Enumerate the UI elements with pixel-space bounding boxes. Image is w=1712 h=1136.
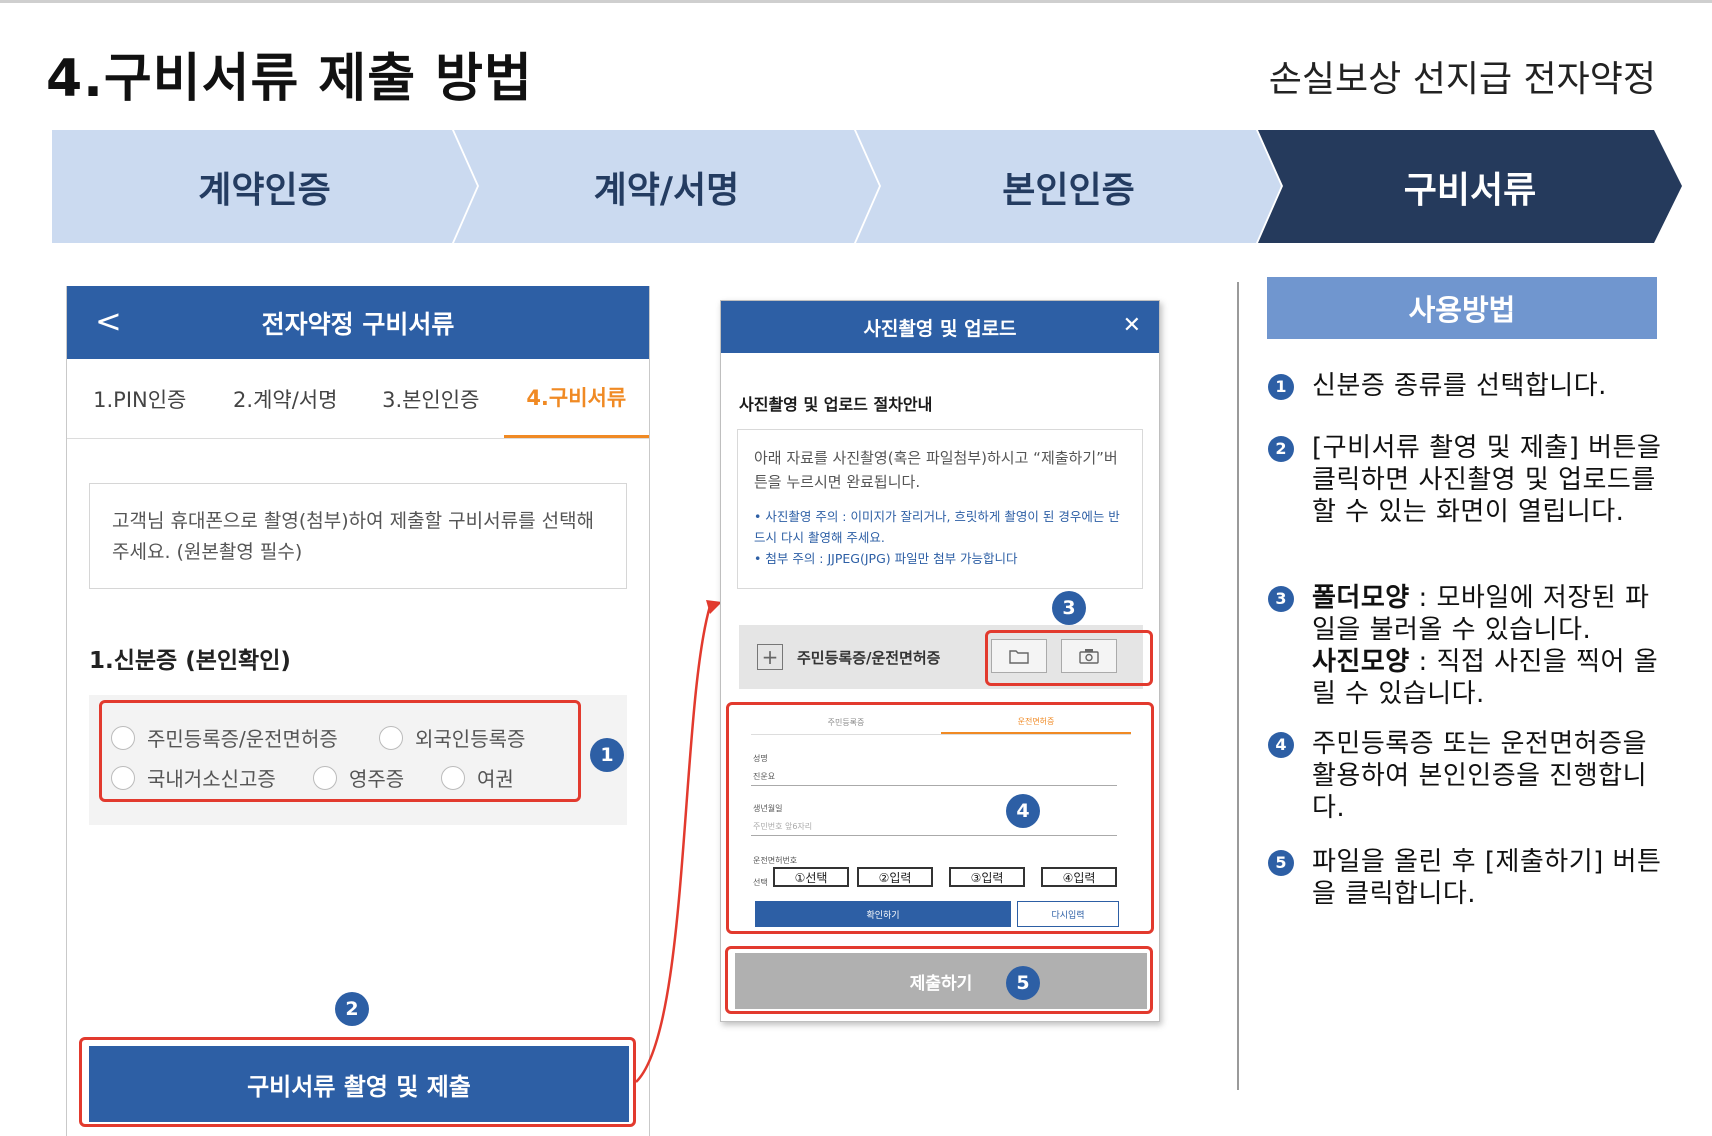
camera-term: 사진모양 — [1312, 647, 1410, 677]
guide-text: 아래 자료를 사진촬영(혹은 파일첨부)하시고 “제출하기”버튼을 누르시면 완… — [754, 449, 1118, 491]
info-box: 고객님 휴대폰으로 촬영(첨부)하여 제출할 구비서류를 선택해 주세요. (원… — [89, 483, 627, 589]
guide-text: 파일을 올린 후 [제출하기] 버튼을 클릭합니다. — [1312, 847, 1662, 909]
guide-number: 5 — [1268, 850, 1294, 876]
guide-text: 폴더모양 : 모바일에 저장된 파일을 불러올 수 있습니다. 사진모양 : 직접… — [1312, 582, 1668, 710]
guide-title: 사진촬영 및 업로드 절차안내 — [739, 395, 933, 414]
guide-step-4: 4 주민등록증 또는 운전면허증을 활용하여 본인인증을 진행합니다. — [1268, 728, 1668, 824]
phone-tab-bar: 1.PIN인증 2.계약/서명 3.본인인증 4.구비서류 — [67, 359, 649, 439]
tab-pin[interactable]: 1.PIN인증 — [67, 359, 213, 438]
phone-header-title: 전자약정 구비서류 — [261, 309, 455, 339]
badge-2: 2 — [335, 992, 369, 1026]
chevron-left-icon[interactable]: < — [95, 302, 122, 340]
guide-text: 신분증 종류를 선택합니다. — [1312, 371, 1607, 401]
step-label: 계약/서명 — [593, 169, 740, 211]
top-border — [0, 0, 1712, 3]
badge-4: 4 — [1006, 794, 1040, 828]
usage-title: 사용방법 — [1267, 277, 1657, 339]
tab-documents[interactable]: 4.구비서류 — [503, 359, 649, 438]
modal-title: 사진촬영 및 업로드 — [863, 317, 1017, 340]
guide-text: [구비서류 촬영 및 제출] 버튼을 클릭하면 사진촬영 및 업로드를 할 수 … — [1312, 433, 1662, 527]
guide-number: 3 — [1268, 586, 1294, 612]
highlight-modal-submit — [725, 946, 1153, 1014]
guide-step-3: 3 폴더모양 : 모바일에 저장된 파일을 불러올 수 있습니다. 사진모양 : … — [1268, 582, 1668, 710]
folder-term: 폴더모양 — [1312, 583, 1410, 613]
section-label: 1.신분증 (본인확인) — [89, 648, 291, 674]
step-documents: 구비서류 — [1258, 130, 1682, 243]
plus-icon[interactable]: + — [757, 644, 783, 670]
step-identity-auth: 본인인증 — [856, 130, 1281, 243]
close-icon[interactable]: ✕ — [1123, 313, 1141, 338]
badge-5: 5 — [1006, 966, 1040, 1000]
guide-step-5: 5 파일을 올린 후 [제출하기] 버튼을 클릭합니다. — [1268, 846, 1668, 910]
guide-number: 2 — [1268, 436, 1294, 462]
modal-header: 사진촬영 및 업로드 ✕ — [721, 301, 1159, 353]
badge-3: 3 — [1052, 591, 1086, 625]
step-contract-sign: 계약/서명 — [454, 130, 879, 243]
photo-note: • 사진촬영 주의 : 이미지가 잘리거나, 흐릿하게 촬영이 된 경우에는 반… — [754, 509, 1120, 545]
guide-number: 4 — [1268, 732, 1294, 758]
upload-label: 주민등록증/운전면허증 — [797, 648, 941, 667]
tab-identity[interactable]: 3.본인인증 — [358, 359, 504, 438]
step-contract-auth: 계약인증 — [52, 130, 477, 243]
step-label: 본인인증 — [1002, 169, 1135, 211]
highlight-submit-button — [79, 1037, 636, 1127]
badge-1: 1 — [590, 738, 624, 772]
highlight-upload-buttons — [985, 630, 1153, 686]
attach-note: • 첨부 주의 : JJPEG(JPG) 파일만 첨부 가능합니다 — [754, 551, 1018, 566]
phone-header: < 전자약정 구비서류 — [67, 286, 649, 359]
highlight-identity-form — [726, 702, 1154, 934]
guide-step-2: 2 [구비서류 촬영 및 제출] 버튼을 클릭하면 사진촬영 및 업로드를 할 … — [1268, 432, 1668, 528]
guide-step-1: 1 신분증 종류를 선택합니다. — [1268, 370, 1668, 402]
page-title: 4.구비서류 제출 방법 — [46, 49, 533, 109]
step-progress: 계약인증 계약/서명 본인인증 구비서류 — [52, 130, 1682, 243]
guide-text: 주민등록증 또는 운전면허증을 활용하여 본인인증을 진행합니다. — [1312, 729, 1647, 823]
page-subtitle: 손실보상 선지급 전자약정 — [1268, 59, 1656, 100]
step-label: 구비서류 — [1403, 169, 1537, 211]
tab-contract[interactable]: 2.계약/서명 — [213, 359, 359, 438]
vertical-divider — [1237, 282, 1239, 1090]
guide-box: 아래 자료를 사진촬영(혹은 파일첨부)하시고 “제출하기”버튼을 누르시면 완… — [737, 429, 1143, 589]
highlight-radio-group — [99, 700, 581, 802]
guide-number: 1 — [1268, 374, 1294, 400]
connector-arrow — [635, 600, 722, 1083]
step-label: 계약인증 — [198, 169, 331, 211]
